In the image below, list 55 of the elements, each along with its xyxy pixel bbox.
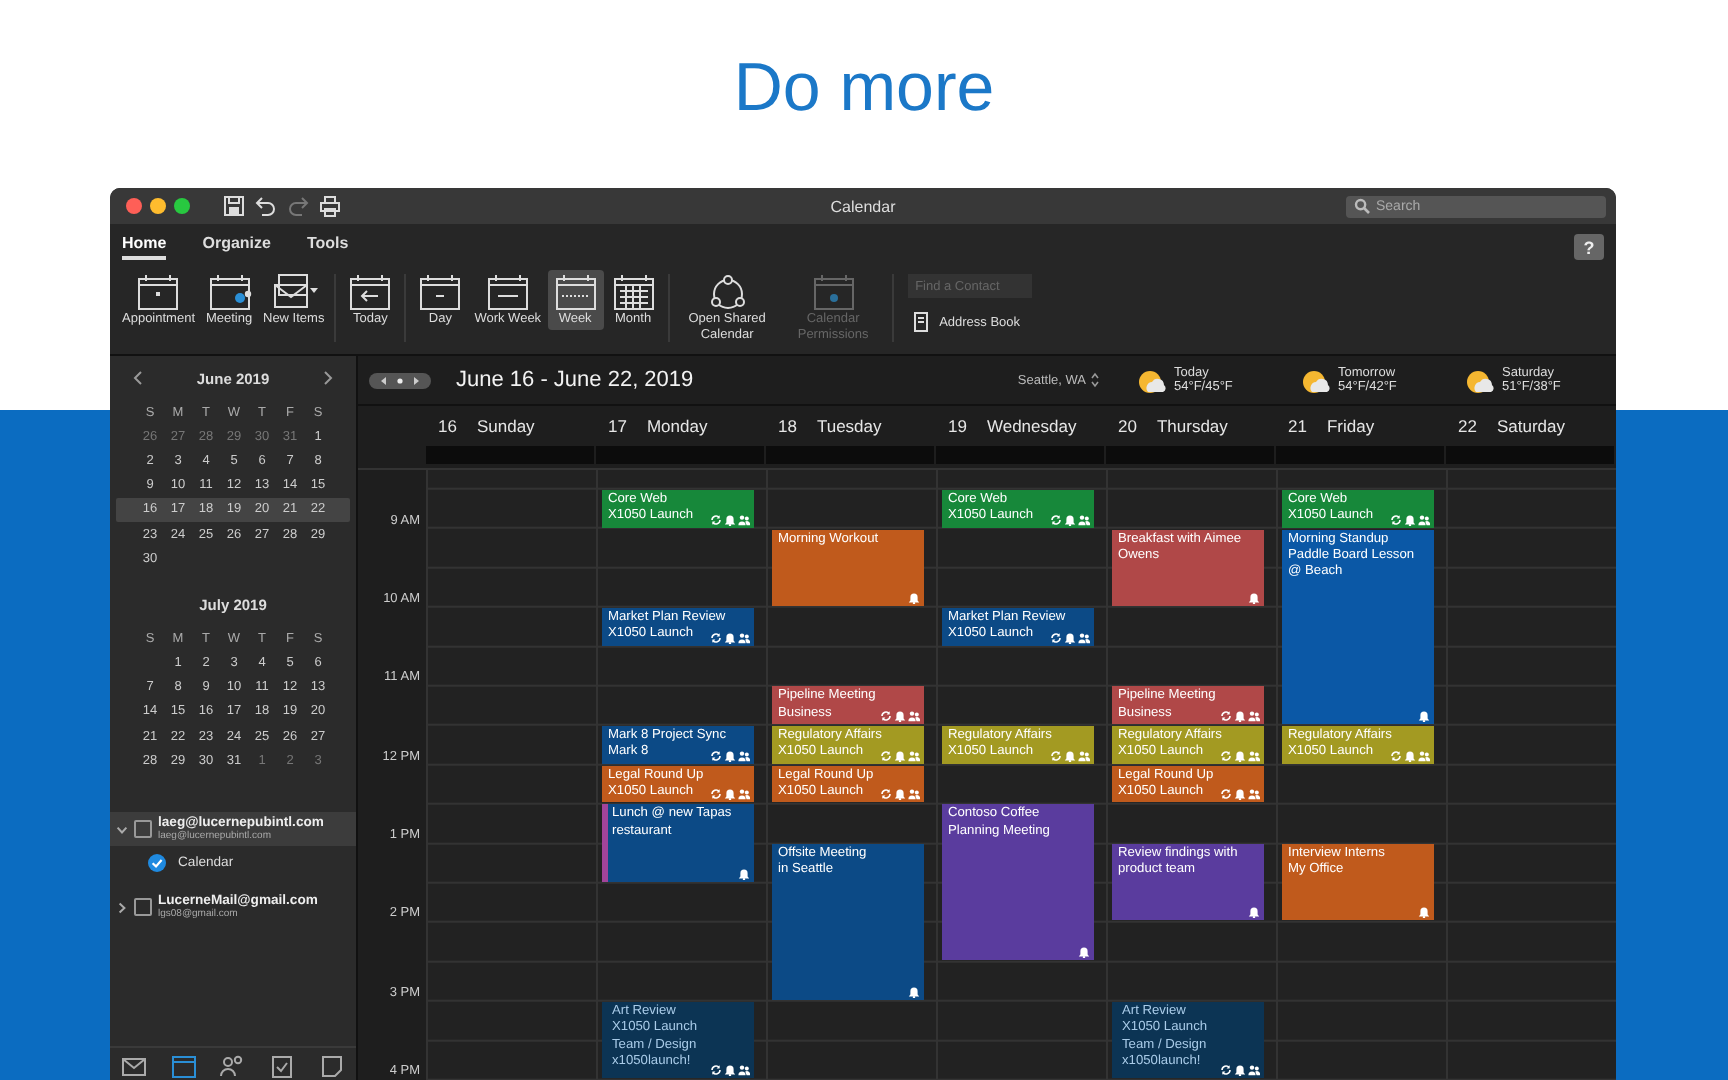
zoom-button[interactable]	[174, 198, 190, 214]
window-title: Calendar	[830, 197, 896, 215]
calendar-people-icon	[205, 272, 253, 312]
save-icon[interactable]	[222, 194, 246, 218]
calendar-week-icon	[551, 272, 600, 312]
checkbox[interactable]	[134, 820, 152, 839]
note-icon[interactable]	[317, 1052, 346, 1080]
checked-circle-icon[interactable]	[148, 854, 166, 873]
sun-cloud-icon	[1464, 367, 1496, 393]
calendar-work-week-icon	[483, 272, 532, 312]
day-name: Friday	[1326, 415, 1375, 435]
checkbox[interactable]	[134, 898, 152, 917]
ribbon-tab[interactable]: Home	[122, 227, 167, 259]
day-name: Monday	[646, 415, 708, 435]
help-button[interactable]: ?	[1574, 234, 1604, 260]
calendar-icon	[134, 272, 183, 312]
ribbon-tab[interactable]: Tools	[306, 227, 349, 259]
day-name: Saturday	[1496, 415, 1565, 435]
date-navigation-icon[interactable]	[368, 371, 432, 389]
envelope-stack-icon	[269, 272, 318, 312]
mail-icon[interactable]	[120, 1052, 149, 1080]
calendar-icon[interactable]	[169, 1052, 198, 1080]
day-number: 21	[1288, 415, 1307, 435]
print-icon[interactable]	[318, 194, 342, 218]
calendar-month-icon	[609, 272, 658, 312]
book-icon	[911, 312, 930, 332]
day-name: Sunday	[476, 415, 535, 435]
close-button[interactable]	[126, 198, 142, 214]
day-name: Tuesday	[816, 415, 882, 435]
day-number: 22	[1458, 415, 1477, 435]
minimize-button[interactable]	[150, 198, 166, 214]
chevron-down-icon[interactable]	[116, 823, 128, 836]
up-down-caret-icon[interactable]	[1090, 372, 1100, 388]
clipboard-icon[interactable]	[268, 1052, 297, 1080]
previous-month-icon[interactable]	[132, 370, 145, 386]
people-icon[interactable]	[218, 1052, 247, 1080]
day-number: 16	[438, 415, 457, 435]
day-number: 20	[1118, 415, 1137, 435]
day-number: 18	[778, 415, 797, 435]
headline: Do more	[731, 48, 997, 130]
sun-cloud-icon	[1136, 367, 1168, 393]
date-range-title: June 16 - June 22, 2019	[456, 368, 694, 392]
undo-icon[interactable]	[254, 194, 278, 218]
chevron-right-icon[interactable]	[116, 901, 128, 914]
day-number: 19	[948, 415, 967, 435]
day-number: 17	[608, 415, 627, 435]
next-month-icon[interactable]	[321, 370, 334, 386]
sun-cloud-icon	[1300, 367, 1332, 393]
search-icon	[1354, 198, 1370, 214]
calendar-day-icon	[416, 272, 465, 312]
day-name: Thursday	[1156, 415, 1228, 435]
all-day-cell[interactable]	[1446, 446, 1614, 464]
calendar-key-icon	[809, 272, 858, 312]
ribbon-tab[interactable]: Organize	[202, 227, 271, 259]
day-name: Wednesday	[986, 415, 1077, 435]
